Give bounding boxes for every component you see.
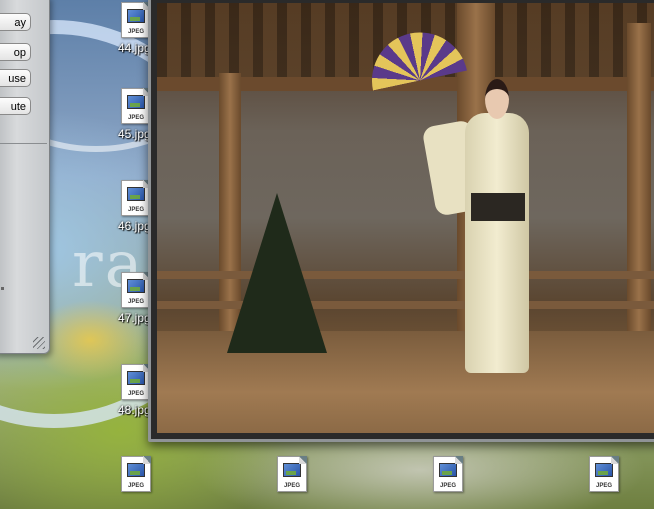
- video-player-window[interactable]: [148, 0, 654, 442]
- jpeg-file-icon: JPEG: [121, 180, 151, 216]
- jpeg-file-icon: JPEG: [121, 364, 151, 400]
- jpeg-file-icon: JPEG: [277, 456, 307, 492]
- desktop-icon-bottom-1[interactable]: JPEG: [118, 456, 154, 492]
- resize-grip-icon[interactable]: [33, 337, 45, 349]
- pause-button[interactable]: use: [0, 69, 31, 87]
- mute-button[interactable]: ute: [0, 97, 31, 115]
- desktop-icon-bottom-3[interactable]: JPEG: [430, 456, 466, 492]
- stop-button[interactable]: op: [0, 43, 31, 61]
- jpeg-file-icon: JPEG: [121, 88, 151, 124]
- panel-divider: [0, 143, 47, 144]
- scene-pine-tree: [227, 193, 327, 353]
- desktop-icon-bottom-4[interactable]: JPEG: [586, 456, 622, 492]
- jpeg-file-icon: JPEG: [433, 456, 463, 492]
- play-button[interactable]: ay: [0, 13, 31, 31]
- jpeg-file-icon: JPEG: [121, 2, 151, 38]
- video-frame[interactable]: [157, 3, 654, 433]
- scene-dancer: [363, 23, 547, 393]
- jpeg-file-icon: JPEG: [121, 272, 151, 308]
- jpeg-file-icon: JPEG: [121, 456, 151, 492]
- scene-pillar: [627, 23, 651, 333]
- control-panel: ay op use ute: [0, 0, 50, 354]
- panel-dot: [1, 287, 4, 290]
- jpeg-file-icon: JPEG: [589, 456, 619, 492]
- desktop-icon-bottom-2[interactable]: JPEG: [274, 456, 310, 492]
